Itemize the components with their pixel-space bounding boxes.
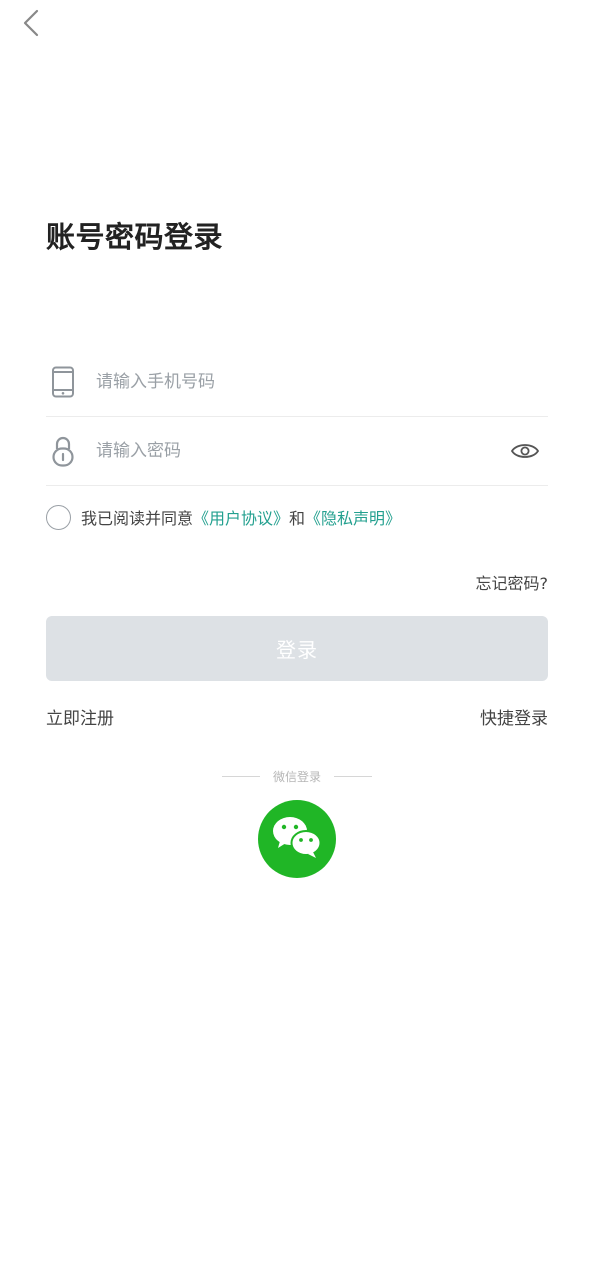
agreement-prefix: 我已阅读并同意 <box>81 509 194 528</box>
back-button[interactable] <box>14 8 48 42</box>
privacy-link[interactable]: 《隐私声明》 <box>305 505 401 529</box>
login-button[interactable]: 登录 <box>46 616 548 681</box>
wechat-icon <box>271 815 323 863</box>
page-title: 账号密码登录 <box>46 220 224 254</box>
chevron-left-icon <box>21 8 41 42</box>
third-party-divider: 微信登录 <box>0 768 594 785</box>
wechat-login-button[interactable] <box>258 800 336 878</box>
lock-icon <box>48 434 78 468</box>
agreement-row: 我已阅读并同意 《用户协议》 和 《隐私声明》 <box>46 502 401 532</box>
phone-input[interactable] <box>96 367 548 397</box>
wechat-login-label: 微信登录 <box>272 770 321 784</box>
phone-icon <box>48 365 78 399</box>
eye-icon[interactable] <box>508 436 542 466</box>
agreement-checkbox[interactable] <box>46 504 71 530</box>
user-agreement-link[interactable]: 《用户协议》 <box>193 505 289 529</box>
phone-field-row <box>46 348 548 417</box>
password-field-row <box>46 417 548 486</box>
quick-login-link[interactable]: 快捷登录 <box>480 704 548 729</box>
agreement-and: 和 <box>289 509 306 528</box>
forgot-password-link[interactable]: 忘记密码? <box>476 570 549 594</box>
divider-line-left <box>221 776 260 777</box>
divider-line-right <box>334 776 372 777</box>
register-link[interactable]: 立即注册 <box>46 704 114 729</box>
password-input[interactable] <box>96 436 508 466</box>
